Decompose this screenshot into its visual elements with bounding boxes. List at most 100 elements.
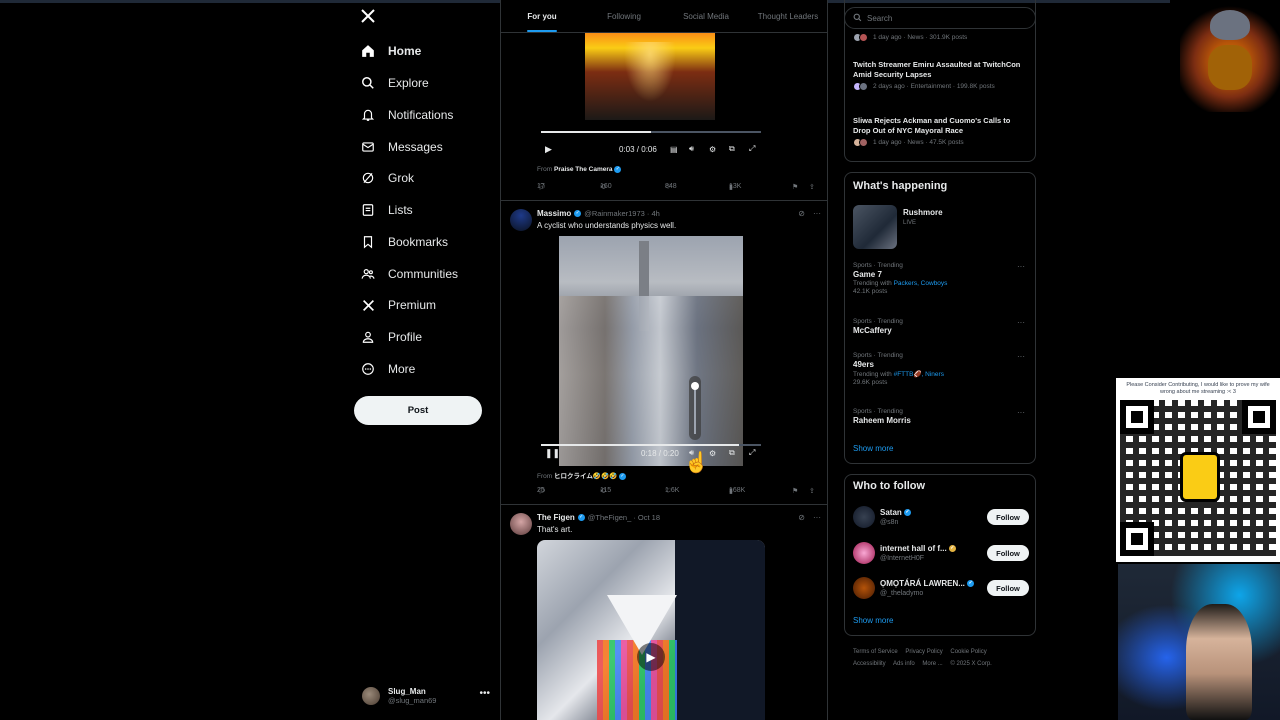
- nav-explore[interactable]: Explore: [360, 69, 429, 97]
- captions-icon[interactable]: ▤: [670, 145, 678, 154]
- volume-slider[interactable]: [689, 376, 701, 440]
- pip-icon[interactable]: ⧉: [729, 144, 735, 154]
- nav-label: Messages: [388, 140, 443, 154]
- tab-for-you[interactable]: For you: [501, 0, 583, 32]
- trend-name: McCaffery: [853, 326, 892, 335]
- footer-link[interactable]: Ads info: [893, 661, 915, 667]
- source-name[interactable]: Praise The Camera: [554, 166, 613, 173]
- pip-icon[interactable]: ⧉: [729, 448, 735, 458]
- author-handle[interactable]: @Rainmaker1973 · 4h: [584, 209, 660, 218]
- live-name[interactable]: Rushmore: [903, 208, 943, 217]
- trend-links[interactable]: Packers, Cowboys: [894, 280, 948, 287]
- nav-notifications[interactable]: Notifications: [360, 101, 453, 129]
- follow-suggestion[interactable]: internet hall of f... ✓ @InternetH0F Fol…: [853, 542, 1029, 566]
- more-dots-icon[interactable]: ···: [1017, 318, 1025, 327]
- verified-gold-icon: ✓: [948, 545, 956, 553]
- news-item[interactable]: 1 day ago · News · 301.9K posts: [853, 31, 1029, 42]
- qr-finder: [1120, 522, 1154, 556]
- avatar[interactable]: [853, 542, 875, 564]
- avatar: [362, 687, 380, 705]
- follow-button[interactable]: Follow: [987, 545, 1029, 561]
- nav-messages[interactable]: Messages: [360, 133, 443, 161]
- trend-name: Raheem Morris: [853, 416, 911, 425]
- person-icon: [360, 329, 376, 345]
- share-icon[interactable]: ⇪: [809, 487, 815, 495]
- nav-grok[interactable]: Grok: [360, 164, 414, 192]
- play-icon[interactable]: ▶: [545, 144, 552, 155]
- account-switcher[interactable]: Slug_Man @slug_man69 •••: [362, 682, 490, 710]
- tab-following[interactable]: Following: [583, 0, 665, 32]
- verified-icon: ✓: [574, 210, 582, 217]
- video-player[interactable]: ❚❚ 0:18 / 0:20 🔊︎ ⚙︎ ⧉ ⤢: [537, 236, 765, 466]
- nav-profile[interactable]: Profile: [360, 323, 422, 351]
- video-player[interactable]: ▶: [537, 540, 765, 720]
- footer-link[interactable]: Accessibility: [853, 661, 886, 667]
- follow-button[interactable]: Follow: [987, 509, 1029, 525]
- more-dots-icon[interactable]: ···: [1017, 408, 1025, 417]
- more-dots-icon[interactable]: ···: [1017, 352, 1025, 361]
- bookmark-button[interactable]: ⚑: [792, 183, 798, 191]
- app-root: Home Explore Notifications Messages Grok…: [0, 0, 1280, 720]
- x-logo-icon: [360, 297, 376, 313]
- trend-item[interactable]: Sports · Trending Game 7 Trending with P…: [853, 262, 1029, 295]
- share-icon[interactable]: ⇪: [809, 183, 815, 191]
- more-dots-icon[interactable]: ···: [813, 513, 821, 522]
- tweet-header: Massimo ✓ @Rainmaker1973 · 4h: [537, 209, 660, 218]
- more-dots-icon[interactable]: •••: [479, 688, 490, 699]
- news-item[interactable]: Twitch Streamer Emiru Assaulted at Twitc…: [853, 60, 1029, 91]
- settings-icon[interactable]: ⚙︎: [709, 145, 716, 154]
- x-logo-icon[interactable]: [360, 8, 380, 28]
- follow-suggestion[interactable]: Satan ✓ @s8n Follow: [853, 506, 1029, 530]
- tab-social-media[interactable]: Social Media: [665, 0, 747, 32]
- verified-icon: ✓: [967, 580, 975, 588]
- volume-knob[interactable]: [691, 382, 699, 390]
- trend-links[interactable]: #FTTB🏈, Niners: [894, 371, 944, 378]
- post-button[interactable]: Post: [354, 396, 482, 425]
- avatar[interactable]: [853, 506, 875, 528]
- bookmark-button[interactable]: ⚑: [792, 487, 798, 495]
- nav-communities[interactable]: Communities: [360, 260, 458, 288]
- nav-lists[interactable]: Lists: [360, 196, 413, 224]
- trend-item[interactable]: Sports · Trending 49ers Trending with #F…: [853, 352, 1029, 386]
- footer-link[interactable]: Cookie Policy: [950, 649, 986, 655]
- follow-button[interactable]: Follow: [987, 580, 1029, 596]
- trend-item[interactable]: Sports · Trending Raheem Morris ···: [853, 408, 1029, 425]
- fullscreen-icon[interactable]: ⤢: [749, 448, 755, 458]
- live-thumbnail[interactable]: [853, 205, 897, 249]
- from-label: From: [537, 166, 553, 174]
- fullscreen-icon[interactable]: ⤢: [749, 144, 755, 154]
- volume-icon[interactable]: 🔊︎: [689, 144, 694, 154]
- avatar[interactable]: [853, 577, 875, 599]
- play-icon[interactable]: ▶: [637, 643, 665, 671]
- nav-bookmarks[interactable]: Bookmarks: [360, 228, 448, 256]
- video-progress-bar[interactable]: [541, 131, 761, 133]
- author-handle[interactable]: @TheFigen_ · Oct 18: [588, 513, 660, 522]
- follow-suggestion[interactable]: ỌMỌTÁRÁ LAWREN... ✓ @_theladymo Follow: [853, 577, 1029, 601]
- show-more-link[interactable]: Show more: [853, 444, 893, 453]
- follow-handle: @_theladymo: [880, 590, 924, 597]
- mascot-image: [1180, 0, 1280, 112]
- grok-icon[interactable]: ⊘: [798, 209, 805, 218]
- settings-icon[interactable]: ⚙︎: [709, 449, 716, 458]
- nav-more[interactable]: More: [360, 355, 415, 383]
- news-item[interactable]: Sliwa Rejects Ackman and Cuomo's Calls t…: [853, 116, 1029, 147]
- avatar[interactable]: [510, 513, 532, 535]
- grok-icon[interactable]: ⊘: [798, 513, 805, 522]
- nav-premium[interactable]: Premium: [360, 291, 436, 319]
- author-name[interactable]: The Figen: [537, 513, 575, 522]
- more-dots-icon[interactable]: ···: [1017, 262, 1025, 271]
- footer-link[interactable]: Privacy Policy: [905, 649, 942, 655]
- more-dots-icon[interactable]: ···: [813, 209, 821, 218]
- author-name[interactable]: Massimo: [537, 209, 571, 218]
- source-name[interactable]: ヒロクライム🤣🤣🤣: [554, 473, 617, 480]
- trend-posts: 29.6K posts: [853, 379, 888, 386]
- show-more-link[interactable]: Show more: [853, 616, 893, 625]
- avatar[interactable]: [510, 209, 532, 231]
- pause-icon[interactable]: ❚❚: [545, 448, 560, 459]
- trend-item[interactable]: Sports · Trending McCaffery ···: [853, 318, 1029, 335]
- list-icon: [360, 202, 376, 218]
- tab-thought-leaders[interactable]: Thought Leaders: [747, 0, 827, 32]
- nav-home[interactable]: Home: [360, 37, 421, 65]
- footer-link[interactable]: Terms of Service: [853, 649, 898, 655]
- footer-link[interactable]: More ...: [922, 661, 942, 667]
